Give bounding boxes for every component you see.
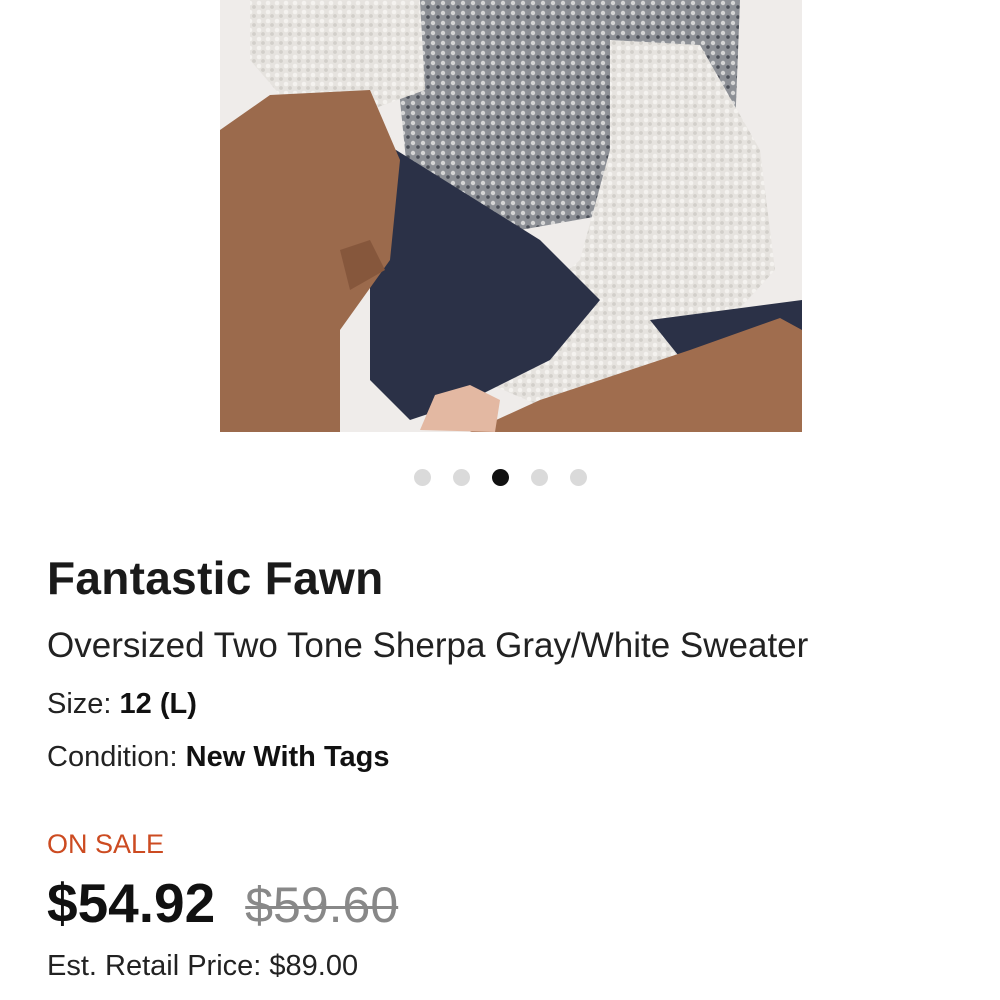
product-title: Oversized Two Tone Sherpa Gray/White Swe…: [47, 626, 809, 665]
carousel-dot[interactable]: [569, 469, 587, 486]
original-price: $59.60: [245, 877, 399, 933]
condition-value: New With Tags: [185, 741, 390, 773]
brand-name[interactable]: Fantastic Fawn: [47, 550, 384, 606]
condition-label: Condition:: [47, 741, 178, 773]
size-row: Size: 12 (L): [47, 686, 197, 722]
size-label: Size:: [47, 688, 112, 720]
product-image[interactable]: [220, 0, 802, 432]
carousel-dots: [0, 469, 1000, 486]
price-row: $54.92 $59.60: [47, 870, 398, 938]
condition-row: Condition: New With Tags: [47, 739, 389, 775]
retail-price-row: Est. Retail Price: $89.00: [47, 948, 358, 984]
retail-price-value: $89.00: [269, 950, 359, 982]
sale-badge: ON SALE: [47, 829, 165, 859]
carousel-dot[interactable]: [530, 469, 548, 486]
current-price: $54.92: [47, 872, 216, 934]
size-value: 12 (L): [119, 688, 197, 720]
carousel-dot[interactable]: [413, 469, 431, 486]
carousel-dot-active[interactable]: [491, 469, 509, 486]
retail-price-label: Est. Retail Price:: [47, 950, 262, 982]
carousel-dot[interactable]: [452, 469, 470, 486]
product-image-illustration: [220, 0, 802, 432]
